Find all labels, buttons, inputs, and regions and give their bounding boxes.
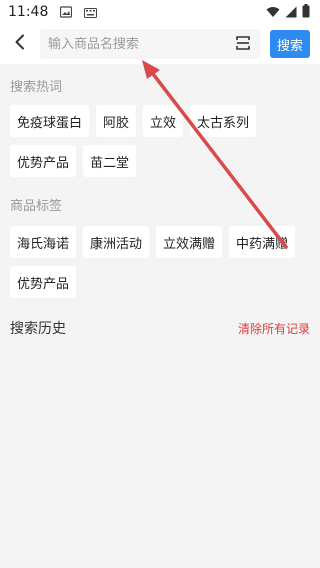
- search-box: [40, 29, 260, 59]
- product-tag[interactable]: 优势产品: [10, 266, 77, 298]
- hot-search-tag[interactable]: 立效: [143, 105, 184, 137]
- product-tags-title: 商品标签: [10, 199, 63, 214]
- product-tags: 海氏海诺 康洲活动 立效满赠 中药满赠 优势产品: [0, 226, 320, 298]
- back-arrow-icon: [14, 34, 26, 54]
- hot-search-tag[interactable]: 优势产品: [10, 145, 77, 177]
- search-input[interactable]: [48, 36, 232, 52]
- scan-icon: [236, 35, 250, 54]
- search-history-title: 搜索历史: [10, 321, 66, 337]
- back-button[interactable]: [8, 30, 32, 58]
- hot-search-tag[interactable]: 苗二堂: [83, 145, 137, 177]
- hot-search-title: 搜索热词: [10, 80, 63, 95]
- gallery-icon: [60, 3, 73, 22]
- clear-history-button[interactable]: 清除所有记录: [238, 320, 310, 337]
- keyboard-icon: [84, 3, 98, 22]
- scan-button[interactable]: [232, 33, 254, 55]
- product-tag[interactable]: 中药满赠: [229, 226, 296, 258]
- search-button[interactable]: 搜索: [270, 30, 310, 58]
- status-bar: 11:48: [0, 0, 320, 24]
- product-tag[interactable]: 立效满赠: [156, 226, 223, 258]
- search-history-header: 搜索历史 清除所有记录: [0, 318, 320, 338]
- search-header: 搜索: [0, 24, 320, 64]
- wifi-icon: [266, 3, 280, 22]
- product-tag[interactable]: 海氏海诺: [10, 226, 77, 258]
- signal-icon: [285, 3, 297, 22]
- hot-search-tag[interactable]: 免疫球蛋白: [10, 105, 90, 137]
- hot-search-tag[interactable]: 阿胶: [96, 105, 137, 137]
- product-tag[interactable]: 康洲活动: [83, 226, 150, 258]
- hot-search-tags: 免疫球蛋白 阿胶 立效 太古系列 优势产品 苗二堂: [0, 105, 320, 177]
- battery-icon: [302, 3, 310, 22]
- hot-search-tag[interactable]: 太古系列: [190, 105, 257, 137]
- status-time: 11:48: [8, 4, 49, 20]
